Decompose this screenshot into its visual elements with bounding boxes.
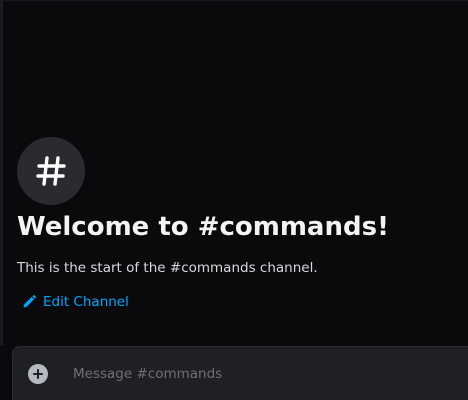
add-attachment-button[interactable] (28, 364, 48, 384)
welcome-subtitle: This is the start of the #commands chann… (17, 260, 318, 276)
plus-circle-icon (32, 365, 44, 384)
hashtag-icon (33, 153, 69, 189)
message-input[interactable] (73, 361, 453, 387)
edit-channel-link[interactable]: Edit Channel (22, 291, 129, 313)
top-divider (0, 0, 468, 1)
pencil-icon (22, 295, 36, 309)
welcome-title: Welcome to #commands! (17, 212, 389, 242)
edit-channel-label: Edit Channel (43, 294, 129, 310)
left-divider (0, 0, 3, 345)
channel-view: Welcome to #commands! This is the start … (0, 0, 468, 400)
channel-avatar (17, 137, 85, 205)
message-composer (12, 346, 468, 400)
